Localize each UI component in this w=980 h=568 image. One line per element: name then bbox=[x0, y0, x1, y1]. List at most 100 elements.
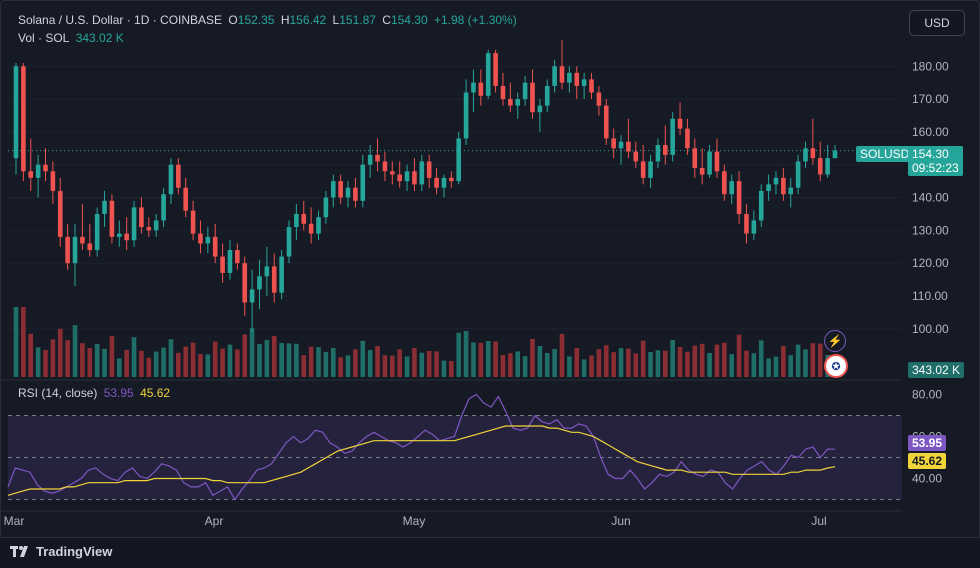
volume-bar bbox=[28, 333, 34, 377]
volume-bar bbox=[264, 340, 270, 377]
volume-bar bbox=[633, 353, 639, 377]
candle-body bbox=[626, 141, 631, 152]
volume-bar bbox=[360, 340, 366, 377]
volume-bar bbox=[685, 351, 690, 377]
volume-bar bbox=[500, 355, 506, 377]
rsi-value: 53.95 bbox=[103, 386, 134, 400]
candle-body bbox=[176, 164, 181, 188]
grid bbox=[8, 65, 902, 330]
volume-bar bbox=[508, 353, 513, 377]
volume-bar bbox=[677, 347, 683, 377]
ohlc-legend: Solana / U.S. Dollar · 1D · COINBASE O15… bbox=[18, 13, 520, 27]
volume-bar bbox=[183, 346, 189, 377]
volume-bar bbox=[441, 360, 447, 377]
volume-bar bbox=[345, 355, 351, 377]
price-tick-label: 180.00 bbox=[912, 59, 949, 73]
volume-bar bbox=[426, 351, 432, 377]
candle-body bbox=[87, 243, 93, 251]
price-tick-label: 160.00 bbox=[912, 125, 949, 139]
candle-body bbox=[94, 213, 100, 251]
rsi-tick-label: 80.00 bbox=[912, 388, 942, 402]
candle-body bbox=[168, 164, 174, 195]
price-axis: 100.00110.00120.00130.00140.00150.00160.… bbox=[912, 59, 949, 336]
lightning-icon[interactable]: ⚡ bbox=[824, 330, 846, 352]
currency-button[interactable]: USD bbox=[909, 10, 965, 36]
us-flag-icon[interactable]: ✪ bbox=[824, 354, 848, 378]
candle-body bbox=[109, 200, 115, 237]
candle-body bbox=[146, 227, 152, 231]
candle-body bbox=[116, 233, 122, 237]
candle-body bbox=[434, 177, 439, 188]
candle-body bbox=[124, 233, 129, 241]
candle-body bbox=[670, 118, 675, 155]
volume-bar bbox=[603, 345, 609, 377]
volume-bar bbox=[116, 358, 122, 377]
volume-bar bbox=[57, 328, 63, 377]
volume-bar bbox=[35, 347, 41, 377]
symbol-title[interactable]: Solana / U.S. Dollar · 1D · COINBASE bbox=[18, 13, 222, 27]
candle-body bbox=[692, 148, 698, 168]
volume-bar bbox=[382, 355, 388, 377]
volume-bar bbox=[781, 346, 786, 377]
candle-body bbox=[330, 181, 336, 198]
volume-bar bbox=[131, 337, 137, 377]
candle-body bbox=[810, 148, 816, 159]
volume-label[interactable]: Vol · SOL bbox=[18, 31, 69, 45]
candle-body bbox=[227, 250, 233, 273]
volume-bar bbox=[692, 345, 698, 377]
candle-body bbox=[102, 200, 107, 214]
volume-bar bbox=[766, 358, 771, 377]
candle-body bbox=[449, 177, 454, 182]
candle-body bbox=[441, 177, 447, 188]
tradingview-logo[interactable]: TradingView bbox=[10, 544, 112, 559]
volume-bar bbox=[803, 349, 808, 377]
candle-body bbox=[589, 79, 594, 93]
candle-body bbox=[714, 151, 720, 172]
rsi-tick-label: 40.00 bbox=[912, 472, 942, 486]
volume-value: 343.02 K bbox=[75, 31, 124, 45]
volume-bar bbox=[301, 355, 307, 377]
candle-body bbox=[685, 128, 690, 149]
volume-bar bbox=[589, 355, 594, 377]
candle-body bbox=[788, 187, 794, 195]
volume-bar bbox=[758, 340, 764, 377]
volume-bar bbox=[574, 348, 580, 377]
volume-bar bbox=[817, 343, 823, 377]
rsi-label[interactable]: RSI (14, close) bbox=[18, 386, 97, 400]
volume-bar bbox=[153, 351, 159, 377]
candle-body bbox=[426, 161, 432, 178]
volume-bar bbox=[397, 349, 402, 377]
volume-bar bbox=[648, 352, 653, 377]
candle-body bbox=[353, 187, 358, 201]
candle-body bbox=[65, 236, 70, 264]
candle-body bbox=[832, 150, 838, 159]
volume-bar bbox=[176, 352, 181, 377]
volume-bars bbox=[13, 307, 838, 377]
volume-bar bbox=[810, 343, 816, 377]
volume-bar bbox=[640, 340, 646, 377]
candle-body bbox=[758, 190, 764, 221]
volume-bar bbox=[375, 346, 380, 377]
candle-body bbox=[648, 161, 653, 178]
volume-bar bbox=[552, 349, 557, 377]
candle-body bbox=[72, 236, 78, 264]
volume-bar bbox=[338, 357, 343, 377]
candle-body bbox=[43, 164, 48, 172]
volume-bar bbox=[146, 357, 152, 377]
candle-body bbox=[803, 148, 808, 162]
volume-bar bbox=[515, 351, 521, 377]
candle-body bbox=[640, 161, 646, 178]
price-tick-label: 170.00 bbox=[912, 92, 949, 106]
candle-body bbox=[699, 167, 705, 175]
candle-body bbox=[28, 171, 34, 178]
volume-bar bbox=[559, 334, 565, 377]
volume-bar bbox=[751, 353, 757, 377]
volume-bar bbox=[21, 307, 26, 377]
volume-bar bbox=[463, 331, 469, 377]
candle-body bbox=[131, 207, 137, 241]
volume-bar bbox=[124, 350, 129, 377]
price-tick-label: 130.00 bbox=[912, 223, 949, 237]
candle-body bbox=[603, 105, 609, 139]
candle-body bbox=[729, 181, 735, 195]
chart-canvas[interactable]: 100.00110.00120.00130.00140.00150.00160.… bbox=[0, 0, 980, 538]
